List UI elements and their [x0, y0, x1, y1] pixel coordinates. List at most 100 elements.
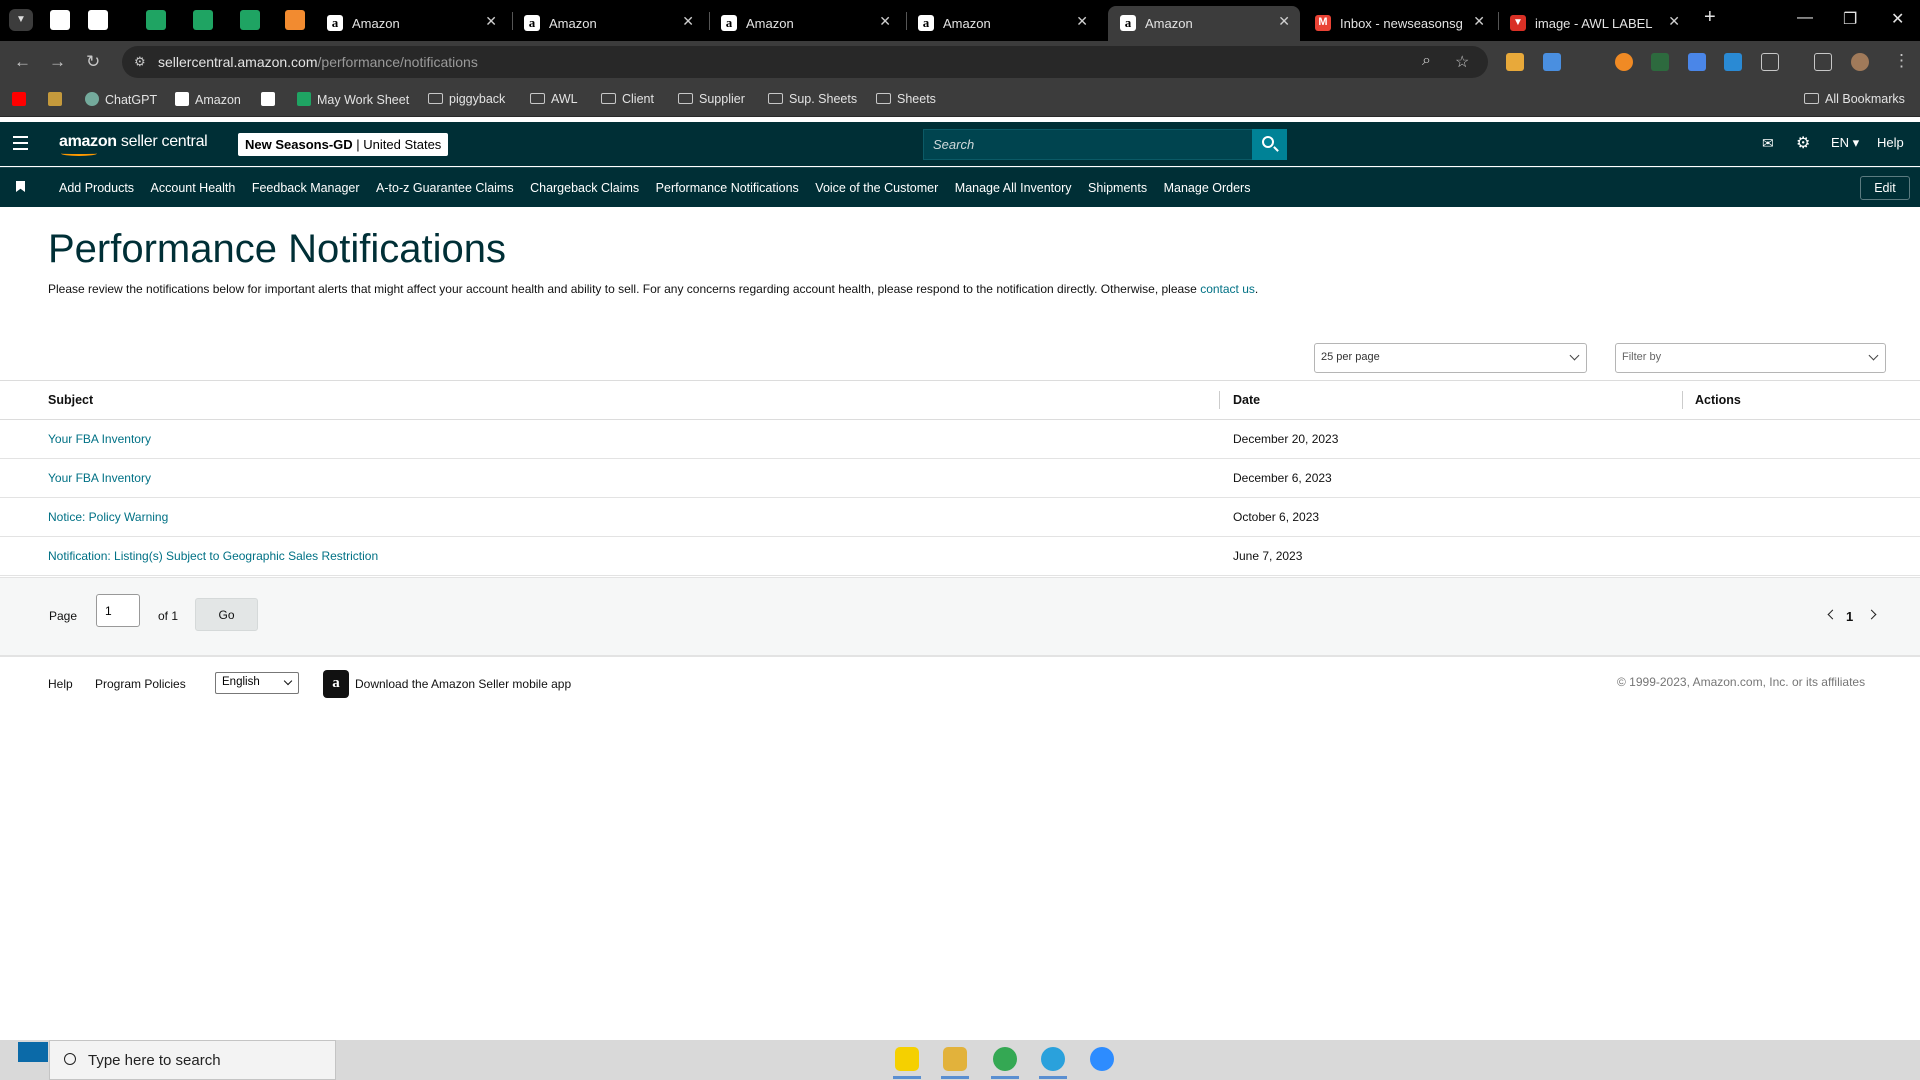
url-text[interactable]: sellercentral.amazon.com/performance/not… — [158, 54, 478, 70]
footer-language-select[interactable]: English — [215, 672, 299, 694]
chevron-left-icon[interactable] — [1827, 609, 1838, 620]
bookmark-amazon[interactable]: Amazon — [175, 92, 241, 107]
reload-button[interactable]: ↻ — [86, 52, 100, 72]
help-link[interactable]: Help — [1877, 135, 1904, 150]
close-icon[interactable]: ✕ — [485, 13, 497, 30]
footer-program-policies-link[interactable]: Program Policies — [95, 677, 186, 691]
tab-amazon-1[interactable]: a Amazon ✕ — [315, 6, 507, 41]
language-selector[interactable]: EN ▾ — [1831, 135, 1859, 151]
bookmark-folder-awl[interactable]: AWL — [530, 92, 578, 106]
bookmark-folder-supplier[interactable]: Supplier — [678, 92, 745, 106]
go-button[interactable]: Go — [195, 598, 258, 631]
nav-chargeback-claims[interactable]: Chargeback Claims — [530, 181, 639, 195]
extension-icon[interactable] — [1724, 53, 1742, 71]
store-switcher[interactable]: New Seasons-GD | United States — [238, 133, 449, 156]
nav-feedback-manager[interactable]: Feedback Manager — [252, 181, 360, 195]
youtube-bookmark[interactable] — [12, 92, 32, 107]
column-header-date[interactable]: Date — [1233, 393, 1260, 407]
notification-subject-link[interactable]: Notice: Policy Warning — [48, 510, 168, 524]
zoom-icon[interactable]: ⌕ — [1422, 52, 1431, 70]
current-page[interactable]: 1 — [1846, 609, 1853, 624]
tab-awl-label[interactable]: ▼ image - AWL LABEL ✕ — [1498, 6, 1690, 41]
profile-avatar[interactable] — [1851, 53, 1869, 71]
search-button[interactable] — [1252, 129, 1287, 160]
close-icon[interactable]: ✕ — [682, 13, 694, 30]
search-input[interactable] — [924, 130, 1252, 159]
all-bookmarks[interactable]: All Bookmarks — [1804, 92, 1905, 106]
extensions-puzzle-icon[interactable] — [1761, 53, 1779, 71]
restore-button[interactable]: ❐ — [1843, 9, 1857, 29]
notification-subject-link[interactable]: Your FBA Inventory — [48, 432, 151, 446]
chevron-right-icon[interactable] — [1866, 609, 1877, 620]
close-icon[interactable]: ✕ — [1668, 13, 1680, 30]
telegram-icon[interactable] — [1041, 1047, 1065, 1071]
tab-gmail[interactable]: M Inbox - newseasonsgd@ ✕ — [1303, 6, 1495, 41]
new-tab-button[interactable]: + — [1704, 6, 1716, 29]
bookmark-amazon-icon[interactable] — [261, 92, 281, 107]
mail-icon[interactable]: ✉ — [1762, 135, 1774, 152]
nav-account-health[interactable]: Account Health — [151, 181, 236, 195]
taskbar-search[interactable]: Type here to search — [49, 1040, 336, 1080]
page-number-input[interactable] — [96, 594, 140, 627]
bookmark-icon[interactable] — [16, 181, 25, 192]
tab-amazon-2[interactable]: a Amazon ✕ — [512, 6, 704, 41]
bookmark-folder-client[interactable]: Client — [601, 92, 654, 106]
forward-button[interactable]: → — [49, 52, 66, 72]
bookmark-folder-piggyback[interactable]: piggyback — [428, 92, 505, 106]
file-explorer-icon[interactable] — [943, 1047, 967, 1071]
bookmark-icon-only[interactable] — [48, 92, 68, 107]
bookmark-folder-sheets[interactable]: Sheets — [876, 92, 936, 106]
tab-amazon-active[interactable]: a Amazon ✕ — [1108, 6, 1300, 41]
start-button[interactable] — [18, 1042, 48, 1062]
nav-voice-of-customer[interactable]: Voice of the Customer — [815, 181, 938, 195]
close-icon[interactable]: ✕ — [1473, 13, 1485, 30]
omnibox[interactable]: ⚙ sellercentral.amazon.com/performance/n… — [122, 46, 1488, 78]
close-icon[interactable]: ✕ — [1278, 13, 1290, 30]
tab-amazon-4[interactable]: a Amazon ✕ — [906, 6, 1098, 41]
contact-us-link[interactable]: contact us — [1200, 282, 1255, 296]
tab-search-button[interactable]: ▼ — [9, 9, 33, 31]
minimize-button[interactable]: — — [1797, 9, 1813, 27]
notification-subject-link[interactable]: Notification: Listing(s) Subject to Geog… — [48, 549, 378, 563]
extension-icon[interactable] — [1543, 53, 1561, 71]
hamburger-menu-icon[interactable] — [13, 136, 28, 154]
filter-select[interactable]: Filter by — [1615, 343, 1886, 373]
extension-icon[interactable] — [1651, 53, 1669, 71]
per-page-select[interactable]: 25 per page — [1314, 343, 1587, 373]
close-window-button[interactable]: ✕ — [1891, 9, 1904, 29]
nav-manage-inventory[interactable]: Manage All Inventory — [955, 181, 1072, 195]
column-header-subject[interactable]: Subject — [48, 393, 93, 407]
extension-icon[interactable] — [1506, 53, 1524, 71]
gear-icon[interactable]: ⚙ — [1796, 133, 1810, 153]
pinned-tab-amazon-2[interactable] — [88, 10, 108, 30]
extension-icon[interactable] — [1615, 53, 1633, 71]
close-icon[interactable]: ✕ — [879, 13, 891, 30]
side-panel-icon[interactable] — [1814, 53, 1832, 71]
tab-amazon-3[interactable]: a Amazon ✕ — [709, 6, 901, 41]
close-icon[interactable]: ✕ — [1076, 13, 1088, 30]
pinned-tab-sheets-3[interactable] — [240, 10, 260, 30]
nav-performance-notifications[interactable]: Performance Notifications — [656, 181, 799, 195]
seller-central-logo[interactable]: amazon seller central — [59, 133, 208, 156]
download-app-link[interactable]: Download the Amazon Seller mobile app — [355, 677, 571, 691]
nav-manage-orders[interactable]: Manage Orders — [1164, 181, 1251, 195]
site-info-icon[interactable]: ⚙ — [134, 54, 146, 70]
footer-help-link[interactable]: Help — [48, 677, 73, 691]
pinned-tab-sheets[interactable] — [146, 10, 166, 30]
bookmark-folder-sup-sheets[interactable]: Sup. Sheets — [768, 92, 857, 106]
nav-shipments[interactable]: Shipments — [1088, 181, 1147, 195]
back-button[interactable]: ← — [14, 52, 31, 72]
menu-icon[interactable]: ⋮ — [1893, 51, 1910, 71]
pinned-tab-app[interactable] — [285, 10, 305, 30]
edit-button[interactable]: Edit — [1860, 176, 1910, 200]
pinned-tab-amazon[interactable] — [50, 10, 70, 30]
bookmark-may-work-sheet[interactable]: May Work Sheet — [297, 92, 409, 107]
pinned-tab-sheets-2[interactable] — [193, 10, 213, 30]
sticky-notes-icon[interactable] — [895, 1047, 919, 1071]
nav-add-products[interactable]: Add Products — [59, 181, 134, 195]
zoom-app-icon[interactable] — [1090, 1047, 1114, 1071]
chrome-icon[interactable] — [993, 1047, 1017, 1071]
star-icon[interactable]: ☆ — [1455, 52, 1469, 72]
amazon-app-icon[interactable]: a — [323, 670, 349, 698]
nav-a-to-z-claims[interactable]: A-to-z Guarantee Claims — [376, 181, 514, 195]
